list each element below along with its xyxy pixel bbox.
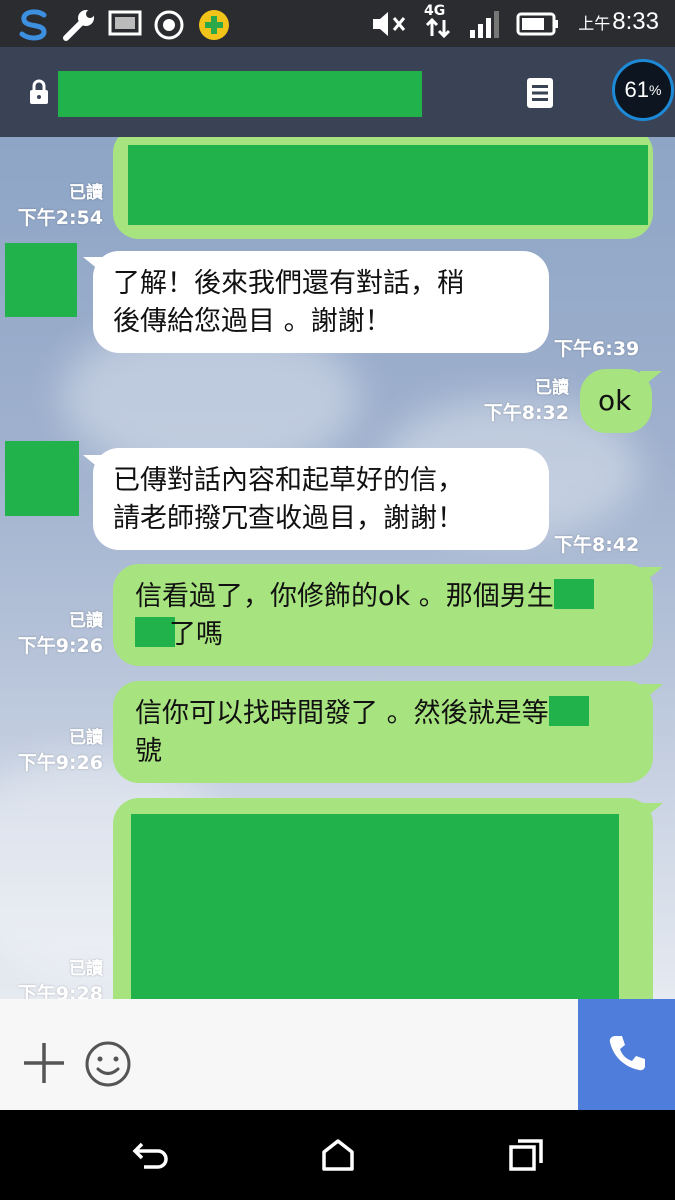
message-bubble-sent[interactable]	[113, 137, 653, 239]
message-bubble-received[interactable]: 了解！後來我們還有對話，稍 後傳給您過目 。謝謝！	[93, 251, 549, 353]
message-bubble-sent[interactable]: 信你可以找時間發了 。然後就是等 號	[113, 681, 653, 783]
battery-icon	[516, 8, 560, 44]
redacted-content	[548, 696, 589, 726]
message-bubble-sent[interactable]: 信看過了，你修飾的ok 。那個男生 了嗎	[113, 564, 653, 666]
clock-time: 8:33	[612, 8, 659, 35]
message-line: 號	[135, 736, 162, 767]
wrench-icon	[60, 8, 98, 46]
home-icon[interactable]	[320, 1138, 356, 1176]
message-line: 已傳對話內容和起草好的信，	[113, 465, 464, 496]
avatar[interactable]	[5, 243, 77, 317]
read-receipt: 已讀	[535, 378, 569, 398]
menu-icon[interactable]	[526, 77, 554, 113]
message-meta: 已讀 下午9:28	[18, 957, 103, 999]
message-meta: 已讀 下午2:54	[18, 181, 103, 231]
chat-title-redacted[interactable]	[58, 71, 422, 117]
navigation-bar	[0, 1110, 675, 1200]
message-meta: 已讀 下午8:32	[484, 376, 569, 426]
call-button[interactable]	[578, 999, 675, 1110]
message-line: 信看過了，你修飾的ok 。那個男生	[135, 581, 554, 612]
timestamp: 下午9:26	[17, 752, 103, 774]
plus-icon[interactable]	[22, 1041, 66, 1089]
message-line: 了解！後來我們還有對話，稍	[113, 268, 464, 299]
message-line: 後傳給您過目 。謝謝！	[113, 306, 392, 337]
timestamp: 下午8:42	[554, 534, 640, 556]
message-meta: 已讀 下午9:26	[18, 609, 103, 659]
chat-area[interactable]: 已讀 下午2:54 了解！後來我們還有對話，稍 後傳給您過目 。謝謝！ 下午6:…	[0, 137, 675, 999]
redacted-content	[553, 579, 594, 609]
battery-badge-unit: %	[649, 82, 662, 98]
plus-app-icon	[196, 8, 232, 46]
clock: 上午8:33	[578, 8, 659, 36]
message-bubble-received[interactable]: 已傳對話內容和起草好的信， 請老師撥冗查收過目，謝謝！	[93, 448, 549, 550]
lock-icon	[28, 79, 50, 109]
network-icon: 4G	[424, 4, 454, 38]
battery-badge[interactable]: 61%	[612, 59, 674, 121]
message-line: 請老師撥冗查收過目，謝謝！	[113, 503, 464, 534]
battery-badge-value: 61	[624, 77, 650, 102]
mute-icon	[370, 8, 408, 44]
message-line: 了嗎	[169, 619, 223, 650]
avatar[interactable]	[5, 441, 79, 516]
clock-ampm: 上午	[578, 16, 611, 33]
redacted-content	[131, 814, 619, 999]
input-bar	[0, 999, 675, 1110]
message-bubble-sent[interactable]	[113, 798, 653, 999]
emoji-icon[interactable]	[84, 1040, 132, 1092]
network-label: 4G	[424, 3, 446, 19]
record-icon	[152, 8, 186, 46]
timestamp: 下午9:26	[17, 635, 103, 657]
read-receipt: 已讀	[69, 728, 103, 748]
read-receipt: 已讀	[69, 611, 103, 631]
recents-icon[interactable]	[508, 1138, 544, 1176]
image-icon	[108, 8, 142, 42]
message-line: 信你可以找時間發了 。然後就是等	[135, 698, 549, 729]
redacted-content	[128, 145, 648, 225]
timestamp: 下午8:32	[483, 402, 569, 424]
read-receipt: 已讀	[69, 959, 103, 979]
read-receipt: 已讀	[69, 183, 103, 203]
timestamp: 下午9:28	[17, 983, 103, 999]
timestamp: 下午2:54	[17, 207, 103, 229]
timestamp: 下午6:39	[554, 338, 640, 360]
signal-icon	[468, 8, 506, 44]
back-icon[interactable]	[132, 1138, 170, 1176]
message-bubble-sent[interactable]: ok	[580, 369, 652, 433]
message-meta: 已讀 下午9:26	[18, 726, 103, 776]
s-logo-icon	[14, 8, 54, 46]
status-bar: 4G 上午8:33	[0, 0, 675, 47]
phone-icon	[607, 1033, 647, 1077]
chat-header: 61%	[0, 47, 675, 137]
message-text: ok	[598, 384, 632, 417]
